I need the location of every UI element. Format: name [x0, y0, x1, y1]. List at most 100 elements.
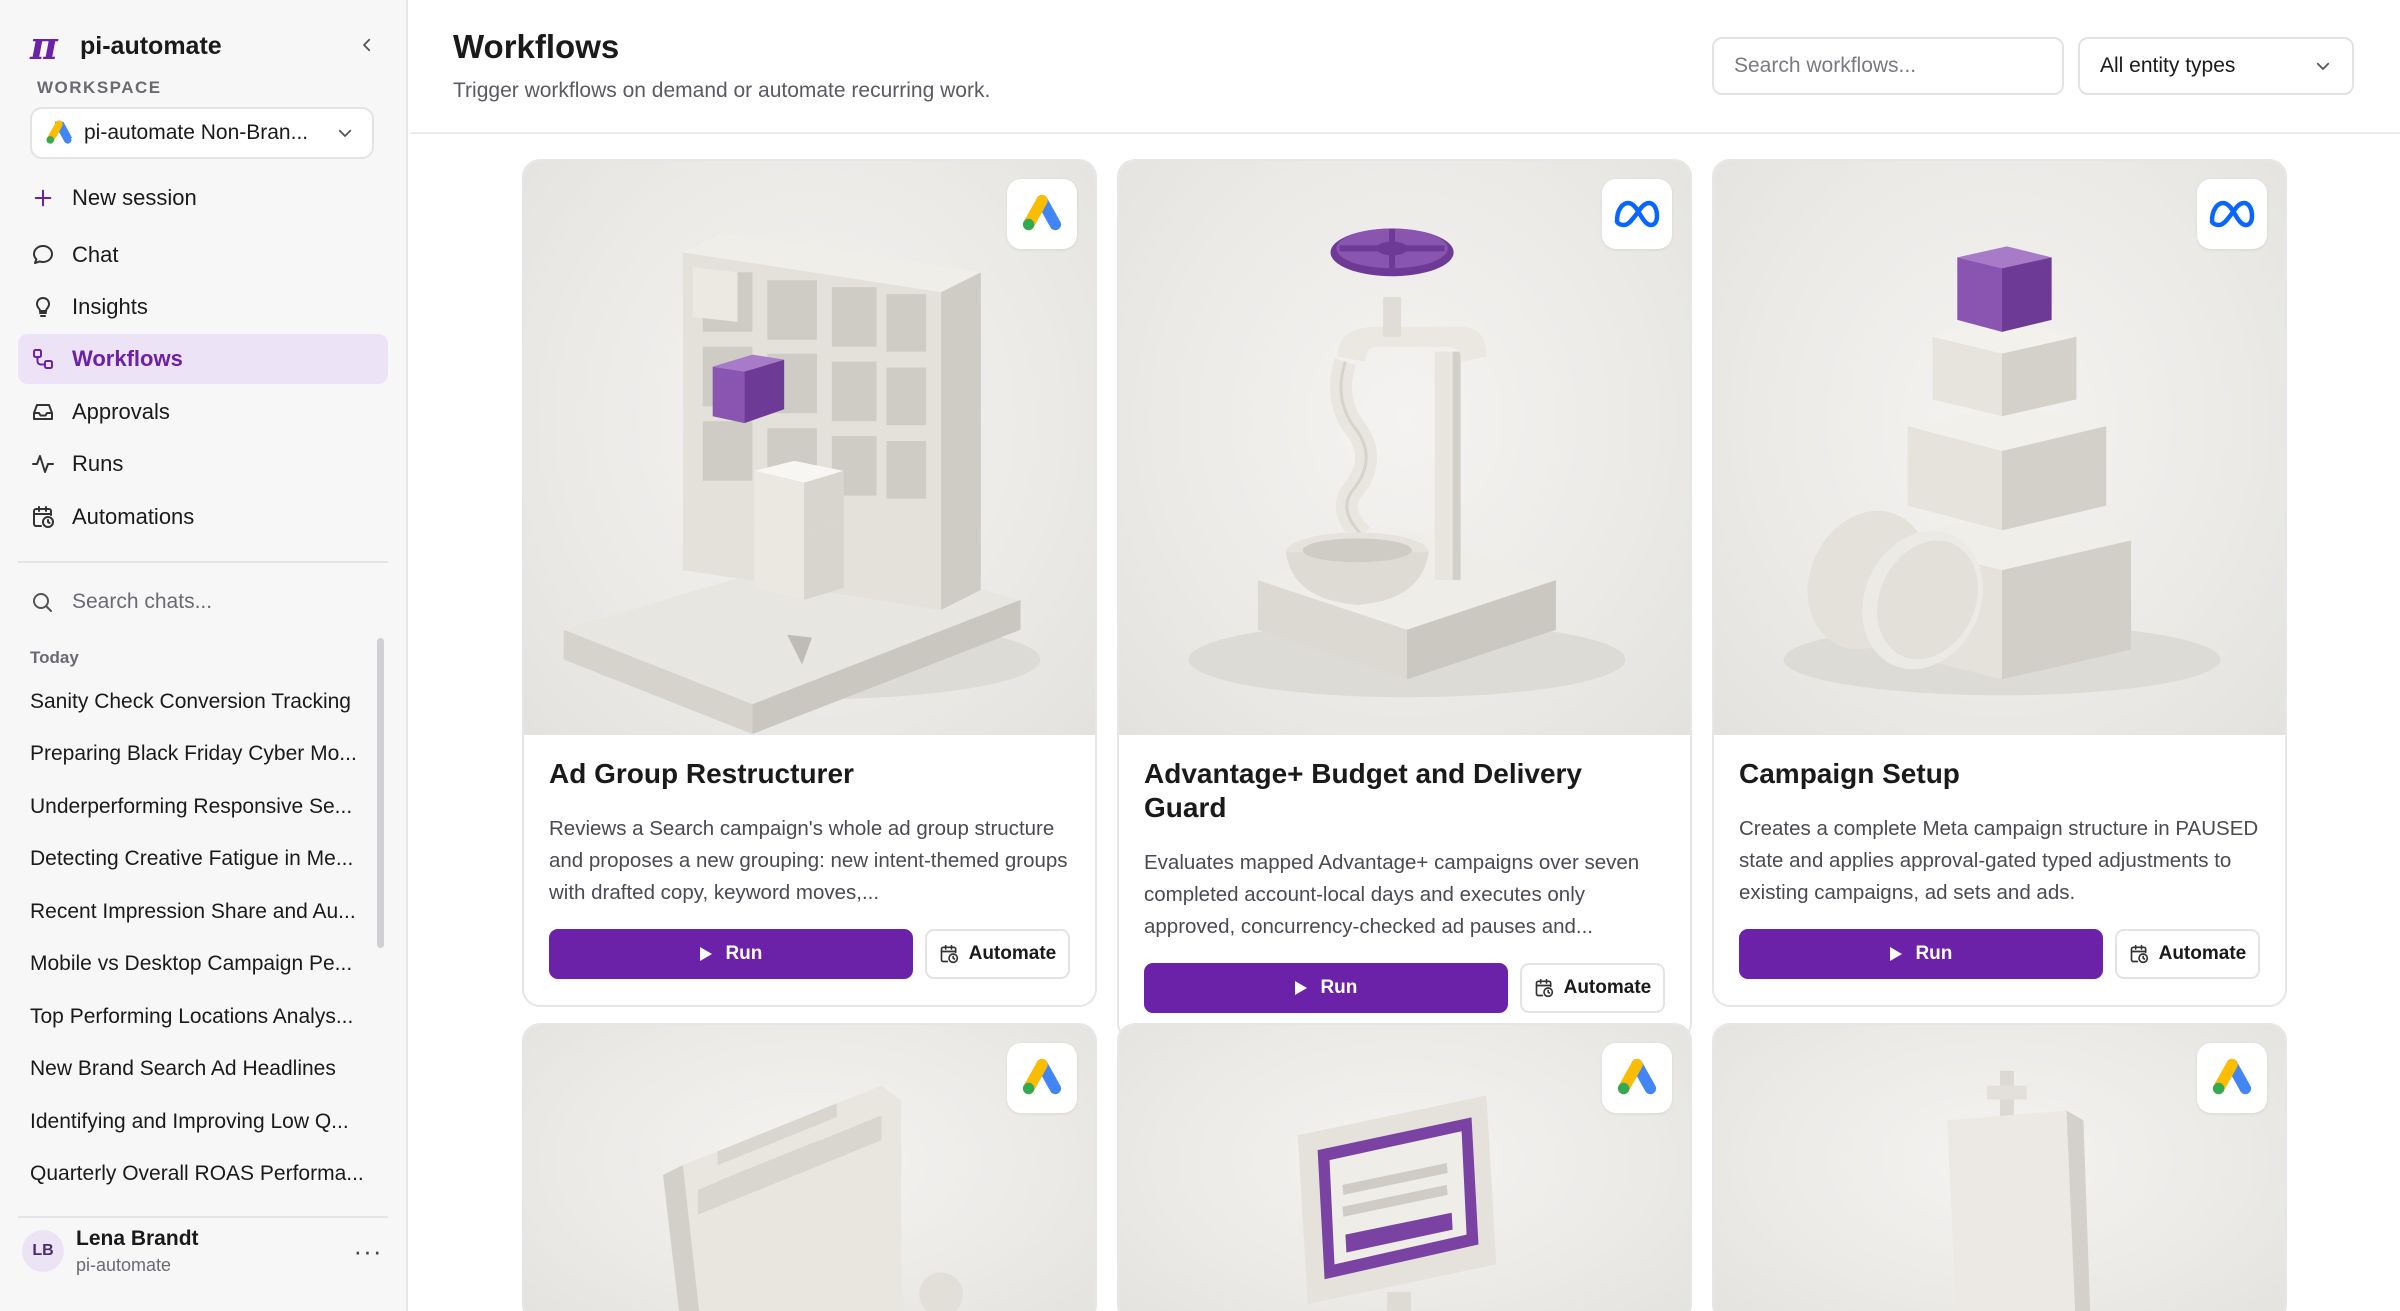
meta-icon: [2209, 200, 2255, 228]
platform-badge: [1602, 179, 1672, 249]
google-ads-icon: [2212, 1058, 2252, 1095]
nav-runs-label: Runs: [72, 451, 124, 476]
run-label: Run: [725, 943, 763, 964]
nav-item-workflows[interactable]: Workflows: [18, 334, 388, 384]
nav-item-insights[interactable]: Insights: [18, 282, 388, 332]
workflow-card[interactable]: Advantage+ Budget and Delivery Guard Eva…: [1117, 159, 1692, 1041]
chat-history-item[interactable]: Mobile vs Desktop Campaign Pe...: [30, 952, 364, 976]
run-label: Run: [1915, 943, 1953, 964]
google-ads-icon: [46, 120, 73, 144]
chevron-left-icon: [363, 38, 371, 52]
avatar: LB: [22, 1230, 64, 1272]
workspace-name: pi-automate Non-Bran...: [84, 121, 309, 144]
chat-history-item[interactable]: Underperforming Responsive Se...: [30, 795, 364, 819]
stacked-blocks-illustration: [1783, 246, 2221, 696]
user-profile[interactable]: LB Lena Brandt pi-automate ···: [18, 1216, 388, 1286]
more-options-button[interactable]: ···: [348, 1236, 388, 1267]
page-header: Workflows Trigger workflows on demand or…: [410, 0, 2400, 134]
calendar-clock-icon: [30, 504, 56, 530]
app-name: pi-automate: [80, 31, 222, 60]
platform-badge: [1007, 179, 1077, 249]
faucet-illustration: [1188, 228, 1626, 698]
workflow-card[interactable]: [522, 1023, 1097, 1311]
nav-item-automations[interactable]: Automations: [18, 492, 388, 542]
workflow-description: Creates a complete Meta campaign structu…: [1739, 817, 2259, 904]
run-label: Run: [1320, 977, 1358, 998]
workflow-title: Campaign Setup: [1739, 758, 1960, 789]
workflow-card[interactable]: Ad Group Restructurer Reviews a Search c…: [522, 159, 1097, 1007]
new-session-label: New session: [72, 185, 197, 210]
brand[interactable]: π pi-automate: [30, 26, 222, 66]
meta-icon: [1614, 200, 1660, 228]
user-name: Lena Brandt: [76, 1226, 199, 1250]
play-icon: [700, 947, 713, 961]
page-title: Workflows: [453, 28, 620, 65]
workflow-illustration: [1119, 161, 1690, 735]
platform-badge: [1602, 1043, 1672, 1113]
nav-item-chat[interactable]: Chat: [18, 230, 388, 280]
workflow-illustration: [1119, 1025, 1690, 1311]
nav-workflows-label: Workflows: [72, 346, 183, 371]
workflow-illustration: [1714, 161, 2285, 735]
workspace-label: WORKSPACE: [37, 78, 162, 97]
calendar-clock-icon: [1535, 978, 1553, 998]
shelf-cube-illustration: [563, 232, 1041, 734]
workflow-illustration: [524, 1025, 1095, 1311]
workflow-title: Ad Group Restructurer: [549, 758, 854, 789]
sidebar-divider: [18, 561, 388, 563]
entity-type-select[interactable]: All entity types: [2078, 37, 2354, 95]
nav-chat-label: Chat: [72, 242, 119, 267]
calendar-clock-icon: [940, 944, 958, 964]
chat-history-item[interactable]: New Brand Search Ad Headlines: [30, 1057, 364, 1081]
nav-item-approvals[interactable]: Approvals: [18, 387, 388, 437]
platform-badge: [1007, 1043, 1077, 1113]
workspace-selector[interactable]: pi-automate Non-Bran...: [30, 107, 374, 159]
automate-button[interactable]: Automate: [2114, 929, 2260, 979]
workflow-illustration: [524, 161, 1095, 735]
automate-label: Automate: [968, 943, 1057, 964]
chevron-down-icon: [2316, 62, 2330, 70]
chat-history-item[interactable]: Sanity Check Conversion Tracking: [30, 690, 364, 714]
chat-bubble-icon: [30, 242, 56, 268]
search-workflows-input[interactable]: [1712, 37, 2064, 95]
workflow-card[interactable]: [1117, 1023, 1692, 1311]
platform-badge: [2197, 1043, 2267, 1113]
collapse-sidebar-button[interactable]: [352, 30, 382, 60]
run-button[interactable]: Run: [549, 929, 913, 979]
nav-insights-label: Insights: [72, 294, 148, 319]
chat-history-item[interactable]: Recent Impression Share and Au...: [30, 900, 364, 924]
plus-icon: [30, 185, 56, 211]
play-icon: [1295, 981, 1308, 995]
run-button[interactable]: Run: [1739, 929, 2103, 979]
inbox-icon: [30, 399, 56, 425]
automate-label: Automate: [2158, 943, 2247, 964]
run-button[interactable]: Run: [1144, 963, 1508, 1013]
workflow-description: Reviews a Search campaign's whole ad gro…: [549, 817, 1068, 904]
page-subtitle: Trigger workflows on demand or automate …: [453, 79, 991, 102]
automate-button[interactable]: Automate: [1519, 963, 1665, 1013]
chat-history-item[interactable]: Identifying and Improving Low Q...: [30, 1110, 364, 1134]
calendar-clock-icon: [2130, 944, 2148, 964]
platform-badge: [2197, 179, 2267, 249]
activity-icon: [30, 451, 56, 477]
workflow-illustration: [1714, 1025, 2285, 1311]
workflow-card[interactable]: Campaign Setup Creates a complete Meta c…: [1712, 159, 2287, 1007]
workflow-description: Evaluates mapped Advantage+ campaigns ov…: [1144, 851, 1640, 938]
chat-history-item[interactable]: Preparing Black Friday Cyber Mo...: [30, 742, 364, 766]
chat-history-item[interactable]: Detecting Creative Fatigue in Me...: [30, 847, 364, 871]
new-session-button[interactable]: New session: [18, 173, 388, 223]
nav-item-runs[interactable]: Runs: [18, 439, 388, 489]
google-ads-icon: [1022, 1058, 1062, 1095]
nav-approvals-label: Approvals: [72, 399, 170, 424]
google-ads-icon: [1022, 194, 1062, 231]
chat-history-item[interactable]: Top Performing Locations Analys...: [30, 1005, 364, 1029]
chat-history-item[interactable]: Quarterly Overall ROAS Performa...: [30, 1162, 364, 1186]
automate-button[interactable]: Automate: [924, 929, 1070, 979]
workflow-card[interactable]: [1712, 1023, 2287, 1311]
sidebar: π pi-automate WORKSPACE pi-automate Non-…: [0, 0, 408, 1311]
search-icon: [30, 590, 56, 614]
search-chats-input[interactable]: Search chats...: [30, 584, 212, 620]
chevron-down-icon: [338, 129, 352, 137]
chat-list-scrollbar[interactable]: [377, 638, 384, 948]
workflow-icon: [30, 346, 56, 372]
